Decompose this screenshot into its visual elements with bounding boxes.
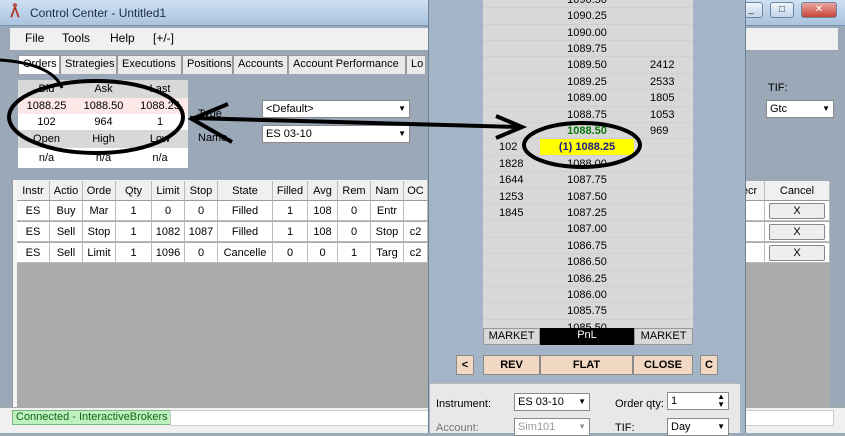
annotation-arrow-left-head [187, 102, 233, 144]
annotation-circle-quote [7, 79, 185, 155]
annotation-circle-dom [522, 121, 642, 169]
annotation-overlay [0, 58, 642, 169]
annotation-arrow-line [189, 116, 521, 129]
